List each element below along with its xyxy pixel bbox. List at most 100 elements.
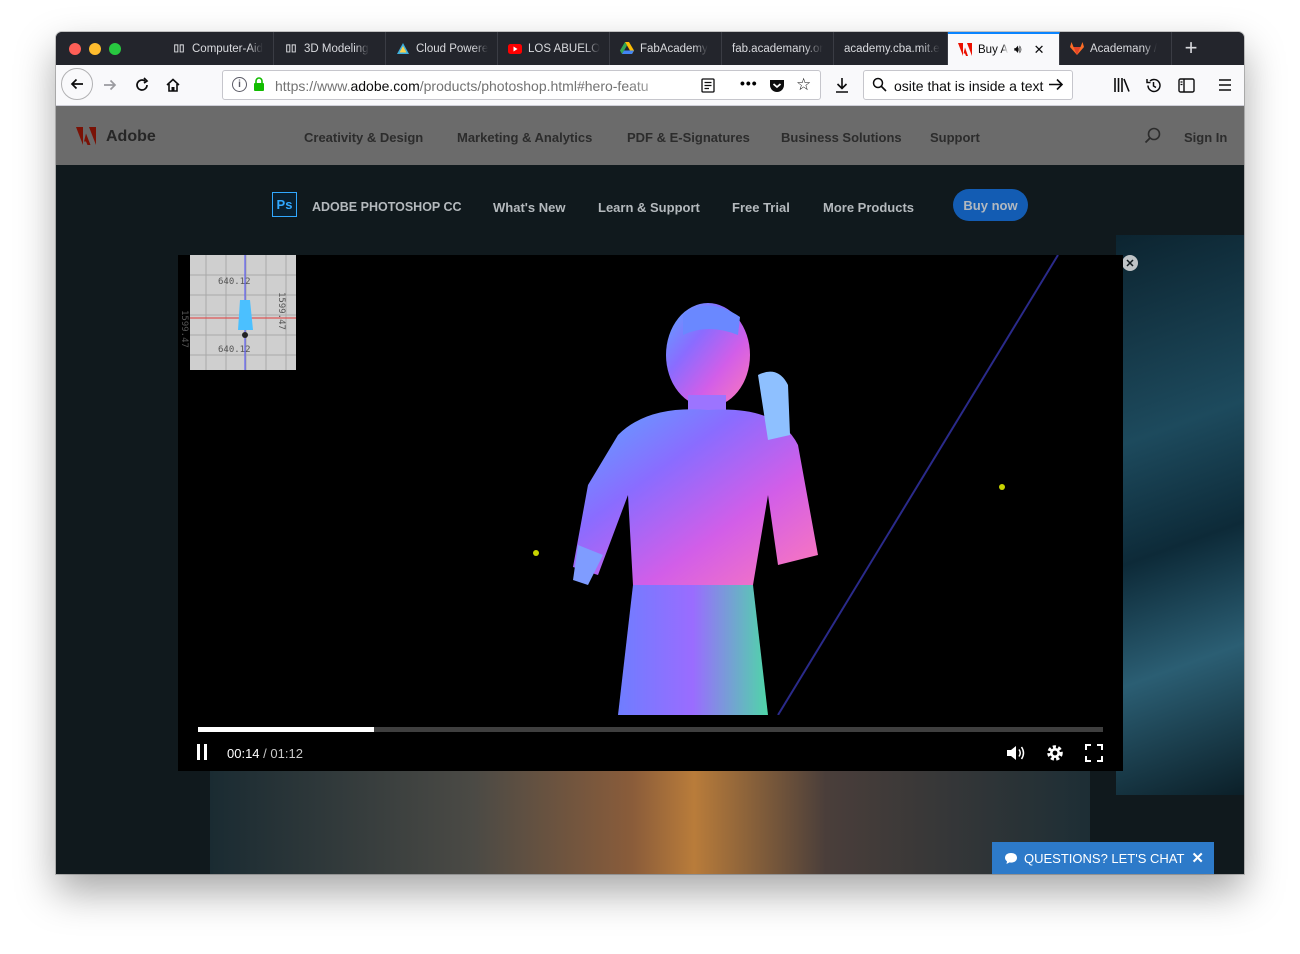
home-button[interactable]: [159, 71, 187, 99]
search-input[interactable]: osite that is inside a text: [894, 78, 1043, 94]
tab-label: Buy Ad: [978, 43, 1008, 56]
history-icon: [1145, 78, 1161, 92]
hero-background-art: [1116, 235, 1244, 795]
tab-label: 3D Modeling: [304, 42, 369, 55]
tab-fabacademy[interactable]: FabAcademy: [610, 32, 722, 65]
pause-button[interactable]: [190, 740, 214, 764]
adobe-brand[interactable]: Adobe: [106, 128, 156, 146]
sidebar-button[interactable]: [1172, 71, 1200, 99]
gitlab-icon: [1070, 42, 1084, 56]
chat-widget-button[interactable]: QUESTIONS? LET'S CHAT ✕: [992, 842, 1214, 874]
nav-business-solutions[interactable]: Business Solutions: [781, 130, 902, 145]
current-time: 00:14: [227, 746, 260, 761]
search-go-icon[interactable]: [1048, 77, 1064, 97]
tab-label: Academany /: [1090, 42, 1158, 55]
overlay-dim-top: 640.12: [218, 277, 251, 287]
hero-background-art: [210, 771, 1090, 874]
url-bar[interactable]: i https://www.adobe.com/products/photosh…: [222, 70, 821, 100]
google-drive-icon: [620, 42, 634, 56]
speaker-icon: [1007, 746, 1025, 760]
video-player[interactable]: 640.12 640.12 1599.47 1599.47 00:14 / 01…: [178, 255, 1123, 771]
subnav-more-products[interactable]: More Products: [823, 200, 914, 215]
pocket-icon[interactable]: [769, 78, 785, 98]
chat-close-icon[interactable]: ✕: [1191, 849, 1204, 867]
onshape-icon: [396, 42, 410, 56]
back-button[interactable]: [61, 68, 93, 100]
tab-cloud-powered[interactable]: Cloud Powere: [386, 32, 498, 65]
tab-academy-cba[interactable]: academy.cba.mit.e: [834, 32, 948, 65]
minimize-window-button[interactable]: [89, 43, 101, 55]
tab-label: FabAcademy: [640, 42, 708, 55]
youtube-icon: [508, 42, 522, 56]
url-prefix: https://www.: [275, 78, 351, 94]
page-actions-icon[interactable]: •••: [740, 75, 758, 91]
volume-button[interactable]: [1004, 741, 1028, 765]
close-tab-icon[interactable]: ✕: [1034, 42, 1045, 58]
close-window-button[interactable]: [69, 43, 81, 55]
history-button[interactable]: [1139, 71, 1167, 99]
close-video-button[interactable]: ✕: [1122, 255, 1138, 271]
fabacademy-icon: ▯▯: [173, 43, 185, 54]
library-icon: [1114, 78, 1130, 92]
adobe-icon: [958, 43, 972, 57]
zoom-window-button[interactable]: [109, 43, 121, 55]
reader-view-icon[interactable]: [701, 78, 715, 98]
forward-arrow-icon: [104, 79, 117, 91]
url-path: /products/photoshop.html#hero-featu: [419, 78, 649, 94]
video-progress-fill: [198, 727, 375, 732]
tab-3d-modeling[interactable]: ▯▯ 3D Modeling: [274, 32, 386, 65]
tab-los-abuelos[interactable]: LOS ABUELO: [498, 32, 610, 65]
downloads-button[interactable]: [828, 71, 856, 99]
product-title[interactable]: ADOBE PHOTOSHOP CC: [312, 200, 462, 214]
chat-label: QUESTIONS? LET'S CHAT: [1024, 850, 1185, 866]
buy-now-button[interactable]: Buy now: [953, 189, 1028, 221]
tab-academany[interactable]: Academany /: [1060, 32, 1172, 65]
reload-button[interactable]: [128, 71, 156, 99]
tab-computer-aided[interactable]: ▯▯ Computer-Aid: [162, 32, 274, 65]
settings-button[interactable]: [1043, 741, 1067, 765]
info-icon[interactable]: i: [232, 77, 247, 92]
overlay-dim-right: 1599.47: [276, 292, 286, 330]
nav-pdf-esignatures[interactable]: PDF & E-Signatures: [627, 130, 750, 145]
url-domain: adobe.com: [350, 78, 420, 94]
video-progress-bar[interactable]: [198, 727, 1103, 732]
bookmark-star-icon[interactable]: ☆: [796, 75, 811, 95]
adobe-global-nav: Adobe Creativity & Design Marketing & An…: [56, 106, 1244, 165]
sign-in-link[interactable]: Sign In: [1184, 130, 1227, 145]
menu-button[interactable]: [1211, 71, 1239, 99]
search-bar[interactable]: osite that is inside a text: [863, 70, 1073, 100]
new-tab-button[interactable]: +: [1178, 36, 1204, 62]
subnav-free-trial[interactable]: Free Trial: [732, 200, 790, 215]
fullscreen-button[interactable]: [1082, 741, 1106, 765]
subnav-learn-support[interactable]: Learn & Support: [598, 200, 700, 215]
nav-support[interactable]: Support: [930, 130, 980, 145]
chat-bubble-icon: [1005, 852, 1017, 864]
nav-creativity-design[interactable]: Creativity & Design: [304, 130, 423, 145]
search-icon[interactable]: [1144, 127, 1161, 149]
reload-icon: [136, 77, 149, 91]
adobe-logo-icon[interactable]: [76, 127, 96, 150]
tab-buy-adobe[interactable]: Buy Ad 🔊︎ ✕: [948, 32, 1060, 65]
download-icon: [836, 77, 848, 93]
tab-label: LOS ABUELO: [528, 42, 601, 55]
library-button[interactable]: [1108, 71, 1136, 99]
tab-fab-academany[interactable]: fab.academany.or: [722, 32, 834, 65]
sidebar-icon: [1177, 77, 1195, 93]
search-icon: [872, 77, 887, 97]
home-icon: [166, 78, 180, 92]
tab-label: Cloud Powere: [416, 42, 489, 55]
nav-marketing-analytics[interactable]: Marketing & Analytics: [457, 130, 592, 145]
tab-strip: ▯▯ Computer-Aid ▯▯ 3D Modeling Cloud Pow…: [56, 32, 1244, 65]
forward-button[interactable]: [96, 71, 124, 99]
hamburger-menu-icon: [1219, 79, 1231, 91]
photoshop-logo-icon[interactable]: Ps: [272, 192, 297, 217]
time-separator: /: [259, 746, 271, 761]
url-text[interactable]: https://www.adobe.com/products/photoshop…: [275, 78, 690, 94]
speaker-icon[interactable]: 🔊︎: [1014, 42, 1022, 57]
lock-icon[interactable]: [253, 77, 265, 97]
product-page: Ps ADOBE PHOTOSHOP CC What's New Learn &…: [56, 165, 1244, 874]
tab-label: fab.academany.or: [732, 42, 824, 55]
overlay-dim-bottom: 640.12: [218, 345, 251, 355]
subnav-whats-new[interactable]: What's New: [493, 200, 565, 215]
duration: 01:12: [270, 746, 303, 761]
